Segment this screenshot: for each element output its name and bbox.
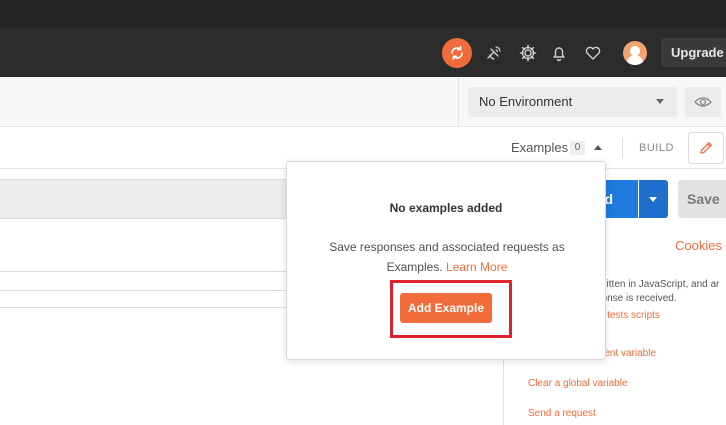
snippets-description: ponse is received.	[596, 293, 677, 304]
environment-divider	[458, 77, 459, 127]
popover-description: Save responses and associated requests a…	[307, 237, 587, 277]
heart-icon[interactable]	[583, 43, 603, 63]
edit-button[interactable]	[688, 132, 724, 164]
pencil-icon	[700, 142, 712, 154]
cookies-link[interactable]: Cookies	[675, 238, 722, 253]
chevron-up-icon[interactable]	[594, 145, 602, 150]
snippets-description: written in JavaScript, and ar	[596, 279, 720, 290]
sync-icon	[451, 46, 463, 60]
snippet-link-send-request[interactable]: Send a request	[528, 408, 596, 419]
app-header	[0, 28, 726, 77]
environment-select[interactable]: No Environment	[468, 87, 677, 117]
learn-more-link[interactable]: Learn More	[446, 260, 507, 274]
snippet-link-clear-global[interactable]: Clear a global variable	[528, 378, 628, 389]
environment-quick-look-button[interactable]	[685, 87, 721, 117]
popover-title: No examples added	[389, 201, 503, 215]
add-example-button[interactable]: Add Example	[400, 293, 492, 323]
satellite-icon[interactable]	[484, 43, 504, 63]
examples-count-badge: 0	[570, 141, 585, 155]
eye-icon	[694, 97, 712, 107]
chevron-down-icon	[649, 197, 657, 202]
avatar[interactable]	[623, 41, 647, 65]
examples-dropdown[interactable]: Examples	[511, 140, 568, 155]
bell-icon[interactable]	[549, 43, 569, 63]
toolbar-separator	[622, 138, 623, 158]
send-options-button[interactable]	[639, 180, 668, 218]
build-mode-label[interactable]: BUILD	[639, 142, 674, 154]
sync-button[interactable]	[442, 38, 472, 68]
upgrade-button[interactable]: Upgrade	[661, 38, 726, 67]
window-top-strip	[0, 0, 726, 28]
save-button[interactable]: Save	[678, 180, 726, 218]
settings-icon[interactable]	[518, 43, 538, 63]
chevron-down-icon	[656, 99, 664, 104]
avatar-body-shape	[627, 55, 643, 65]
